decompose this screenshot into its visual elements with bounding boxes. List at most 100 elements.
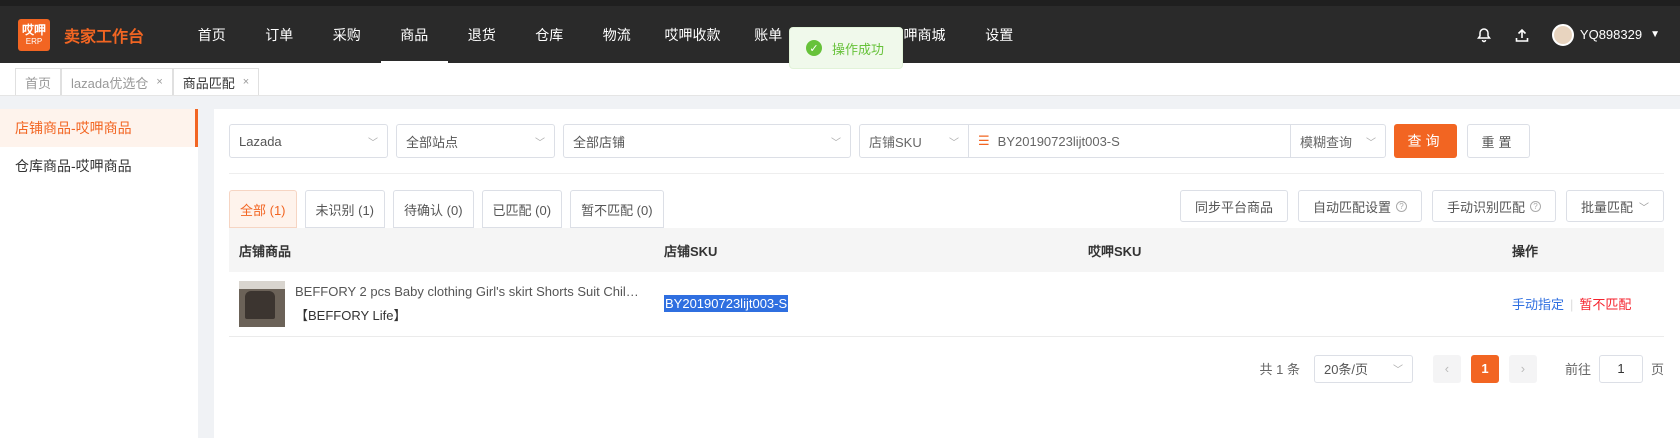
nav-item-orders[interactable]: 订单 bbox=[246, 6, 314, 63]
sku-search-value: BY20190723lijt003-S bbox=[997, 133, 1120, 149]
success-toast: ✓ 操作成功 bbox=[789, 27, 903, 69]
tab-pending[interactable]: 待确认 (0) bbox=[393, 190, 474, 228]
chevron-down-icon: ▼ bbox=[1650, 29, 1660, 40]
list-icon: ☰ bbox=[978, 133, 990, 148]
column-header-actions: 操作 bbox=[1502, 228, 1664, 272]
search-mode-value: 模糊查询 bbox=[1300, 134, 1353, 150]
shop-select[interactable]: 全部店铺 ﹀ bbox=[563, 124, 851, 158]
product-text: BEFFORY 2 pcs Baby clothing Girl's skirt… bbox=[295, 284, 640, 324]
site-value: 全部站点 bbox=[406, 134, 459, 150]
page-size-select[interactable]: 20条/页 ﹀ bbox=[1313, 354, 1413, 383]
app-title: 卖家工作台 bbox=[64, 28, 145, 46]
auto-match-label: 自动匹配设置 bbox=[1312, 199, 1391, 215]
search-field-select[interactable]: 店铺SKU ﹀ bbox=[860, 125, 968, 157]
toast-message: 操作成功 bbox=[832, 41, 885, 57]
close-icon[interactable]: × bbox=[156, 76, 162, 88]
main-panel: Lazada ﹀ 全部站点 ﹀ 全部店铺 ﹀ 店铺SKU ﹀ ☰ BY20190… bbox=[214, 109, 1680, 438]
goto-unit: 页 bbox=[1650, 362, 1664, 377]
search-mode-select[interactable]: 模糊查询 ﹀ bbox=[1290, 125, 1385, 157]
manual-assign-link[interactable]: 手动指定 bbox=[1512, 297, 1564, 312]
help-icon: ? bbox=[1395, 200, 1407, 212]
chevron-down-icon: ﹀ bbox=[949, 137, 959, 149]
nav-item-settings[interactable]: 设置 bbox=[966, 6, 1034, 63]
nav-item-logistics[interactable]: 物流 bbox=[583, 6, 651, 63]
nav-right: YQ898329 ▼ bbox=[1456, 6, 1660, 63]
divider: | bbox=[1570, 297, 1574, 313]
platform-select[interactable]: Lazada ﹀ bbox=[229, 124, 388, 158]
shop-sku-value[interactable]: BY20190723lijt003-S bbox=[664, 295, 789, 313]
prev-page-button[interactable]: ‹ bbox=[1432, 354, 1461, 383]
platform-value: Lazada bbox=[239, 133, 282, 149]
check-circle-icon: ✓ bbox=[806, 40, 822, 56]
cell-actions: 手动指定 | 暂不匹配 bbox=[1502, 272, 1664, 337]
product-thumbnail[interactable] bbox=[239, 280, 285, 327]
column-header-aiya-sku: 哎呷SKU bbox=[1078, 228, 1502, 272]
nav-item-home[interactable]: 首页 bbox=[178, 6, 246, 63]
nav-item-payments[interactable]: 哎呷收款 bbox=[651, 6, 735, 63]
bell-icon[interactable] bbox=[1474, 25, 1494, 45]
column-header-shop-product: 店铺商品 bbox=[229, 228, 654, 272]
batch-match-button[interactable]: 批量匹配 ﹀ bbox=[1565, 190, 1664, 222]
sidebar: 店铺商品-哎呷商品 仓库商品-哎呷商品 bbox=[0, 109, 198, 438]
sku-search-combo: 店铺SKU ﹀ ☰ BY20190723lijt003-S 模糊查询 ﹀ bbox=[859, 124, 1386, 158]
auto-match-settings-button[interactable]: 自动匹配设置 ? bbox=[1297, 190, 1422, 222]
site-select[interactable]: 全部站点 ﹀ bbox=[396, 124, 555, 158]
upload-icon[interactable] bbox=[1512, 25, 1532, 45]
reset-button[interactable]: 重置 bbox=[1467, 124, 1530, 158]
logo-badge: 哎呷 ERP bbox=[18, 18, 50, 51]
tab-skipped[interactable]: 暂不匹配 (0) bbox=[570, 190, 664, 228]
user-menu[interactable]: YQ898329 ▼ bbox=[1551, 23, 1660, 46]
chevron-down-icon: ﹀ bbox=[1392, 365, 1403, 376]
tab-all[interactable]: 全部 (1) bbox=[229, 190, 297, 228]
product-title[interactable]: BEFFORY 2 pcs Baby clothing Girl's skirt… bbox=[295, 284, 640, 299]
skip-match-link[interactable]: 暂不匹配 bbox=[1579, 297, 1631, 312]
goto-page-input[interactable]: 1 bbox=[1598, 354, 1643, 383]
manual-match-label: 手动识别匹配 bbox=[1446, 199, 1525, 215]
goto-page: 前往 1 页 bbox=[1564, 354, 1664, 383]
sidebar-item-shop-products[interactable]: 店铺商品-哎呷商品 bbox=[0, 109, 198, 147]
tab-matched[interactable]: 已匹配 (0) bbox=[481, 190, 563, 228]
sku-search-input[interactable]: ☰ BY20190723lijt003-S bbox=[968, 125, 1290, 157]
manual-match-button[interactable]: 手动识别匹配 ? bbox=[1431, 190, 1556, 222]
help-icon: ? bbox=[1529, 200, 1541, 212]
chevron-down-icon: ﹀ bbox=[831, 137, 841, 149]
open-tab-home[interactable]: 首页 bbox=[15, 68, 62, 95]
nav-item-purchase[interactable]: 采购 bbox=[313, 6, 381, 63]
goto-label: 前往 bbox=[1564, 362, 1591, 377]
sync-label: 同步平台商品 bbox=[1194, 199, 1273, 215]
logo-line2: ERP bbox=[25, 36, 43, 46]
batch-match-label: 批量匹配 bbox=[1580, 199, 1633, 215]
username: YQ898329 bbox=[1579, 27, 1643, 42]
cell-shop-product: BEFFORY 2 pcs Baby clothing Girl's skirt… bbox=[229, 272, 654, 337]
next-page-button[interactable]: › bbox=[1508, 354, 1537, 383]
open-tab-lazada[interactable]: lazada优选仓 × bbox=[61, 68, 173, 95]
sync-products-button[interactable]: 同步平台商品 bbox=[1179, 190, 1288, 222]
query-button[interactable]: 查询 bbox=[1394, 124, 1457, 158]
product-shop-name: 【BEFFORY Life】 bbox=[295, 307, 407, 323]
sidebar-item-warehouse-products[interactable]: 仓库商品-哎呷商品 bbox=[0, 147, 198, 185]
open-tab-label: 商品匹配 bbox=[182, 75, 235, 91]
nav-item-returns[interactable]: 退货 bbox=[448, 6, 516, 63]
app-logo[interactable]: 哎呷 ERP 卖家工作台 bbox=[18, 18, 158, 51]
nav-menu: 首页 订单 采购 商品 退货 仓库 物流 哎呷收款 账单 哎呷商城 设置 bbox=[178, 6, 1033, 63]
pagination: 共 1 条 20条/页 ﹀ ‹ 1 › 前往 1 页 bbox=[229, 354, 1664, 383]
nav-item-products[interactable]: 商品 bbox=[380, 6, 449, 63]
action-buttons: 同步平台商品 自动匹配设置 ? 手动识别匹配 ? 批量匹配 ﹀ bbox=[1170, 190, 1664, 222]
status-tabs: 全部 (1) 未识别 (1) 待确认 (0) 已匹配 (0) 暂不匹配 (0) bbox=[229, 190, 672, 228]
page-size-value: 20条/页 bbox=[1323, 362, 1369, 377]
cell-shop-sku: BY20190723lijt003-S bbox=[654, 272, 1078, 337]
close-icon[interactable]: × bbox=[243, 76, 249, 88]
tabs-actions-row: 全部 (1) 未识别 (1) 待确认 (0) 已匹配 (0) 暂不匹配 (0) … bbox=[229, 190, 1664, 228]
chevron-down-icon: ﹀ bbox=[1366, 137, 1376, 149]
nav-item-warehouse[interactable]: 仓库 bbox=[516, 6, 584, 63]
filter-bar: Lazada ﹀ 全部站点 ﹀ 全部店铺 ﹀ 店铺SKU ﹀ ☰ BY20190… bbox=[229, 124, 1664, 158]
avatar bbox=[1551, 23, 1574, 46]
chevron-down-icon: ﹀ bbox=[535, 137, 545, 149]
tab-unrecognized[interactable]: 未识别 (1) bbox=[304, 190, 386, 228]
open-tab-match[interactable]: 商品匹配 × bbox=[172, 68, 260, 95]
table-row: BEFFORY 2 pcs Baby clothing Girl's skirt… bbox=[229, 272, 1664, 337]
divider bbox=[229, 173, 1664, 174]
page-number[interactable]: 1 bbox=[1470, 354, 1499, 383]
total-count: 共 1 条 bbox=[1259, 362, 1300, 377]
product-match-table: 店铺商品 店铺SKU 哎呷SKU 操作 BEFFORY 2 pcs Baby c… bbox=[229, 228, 1664, 337]
